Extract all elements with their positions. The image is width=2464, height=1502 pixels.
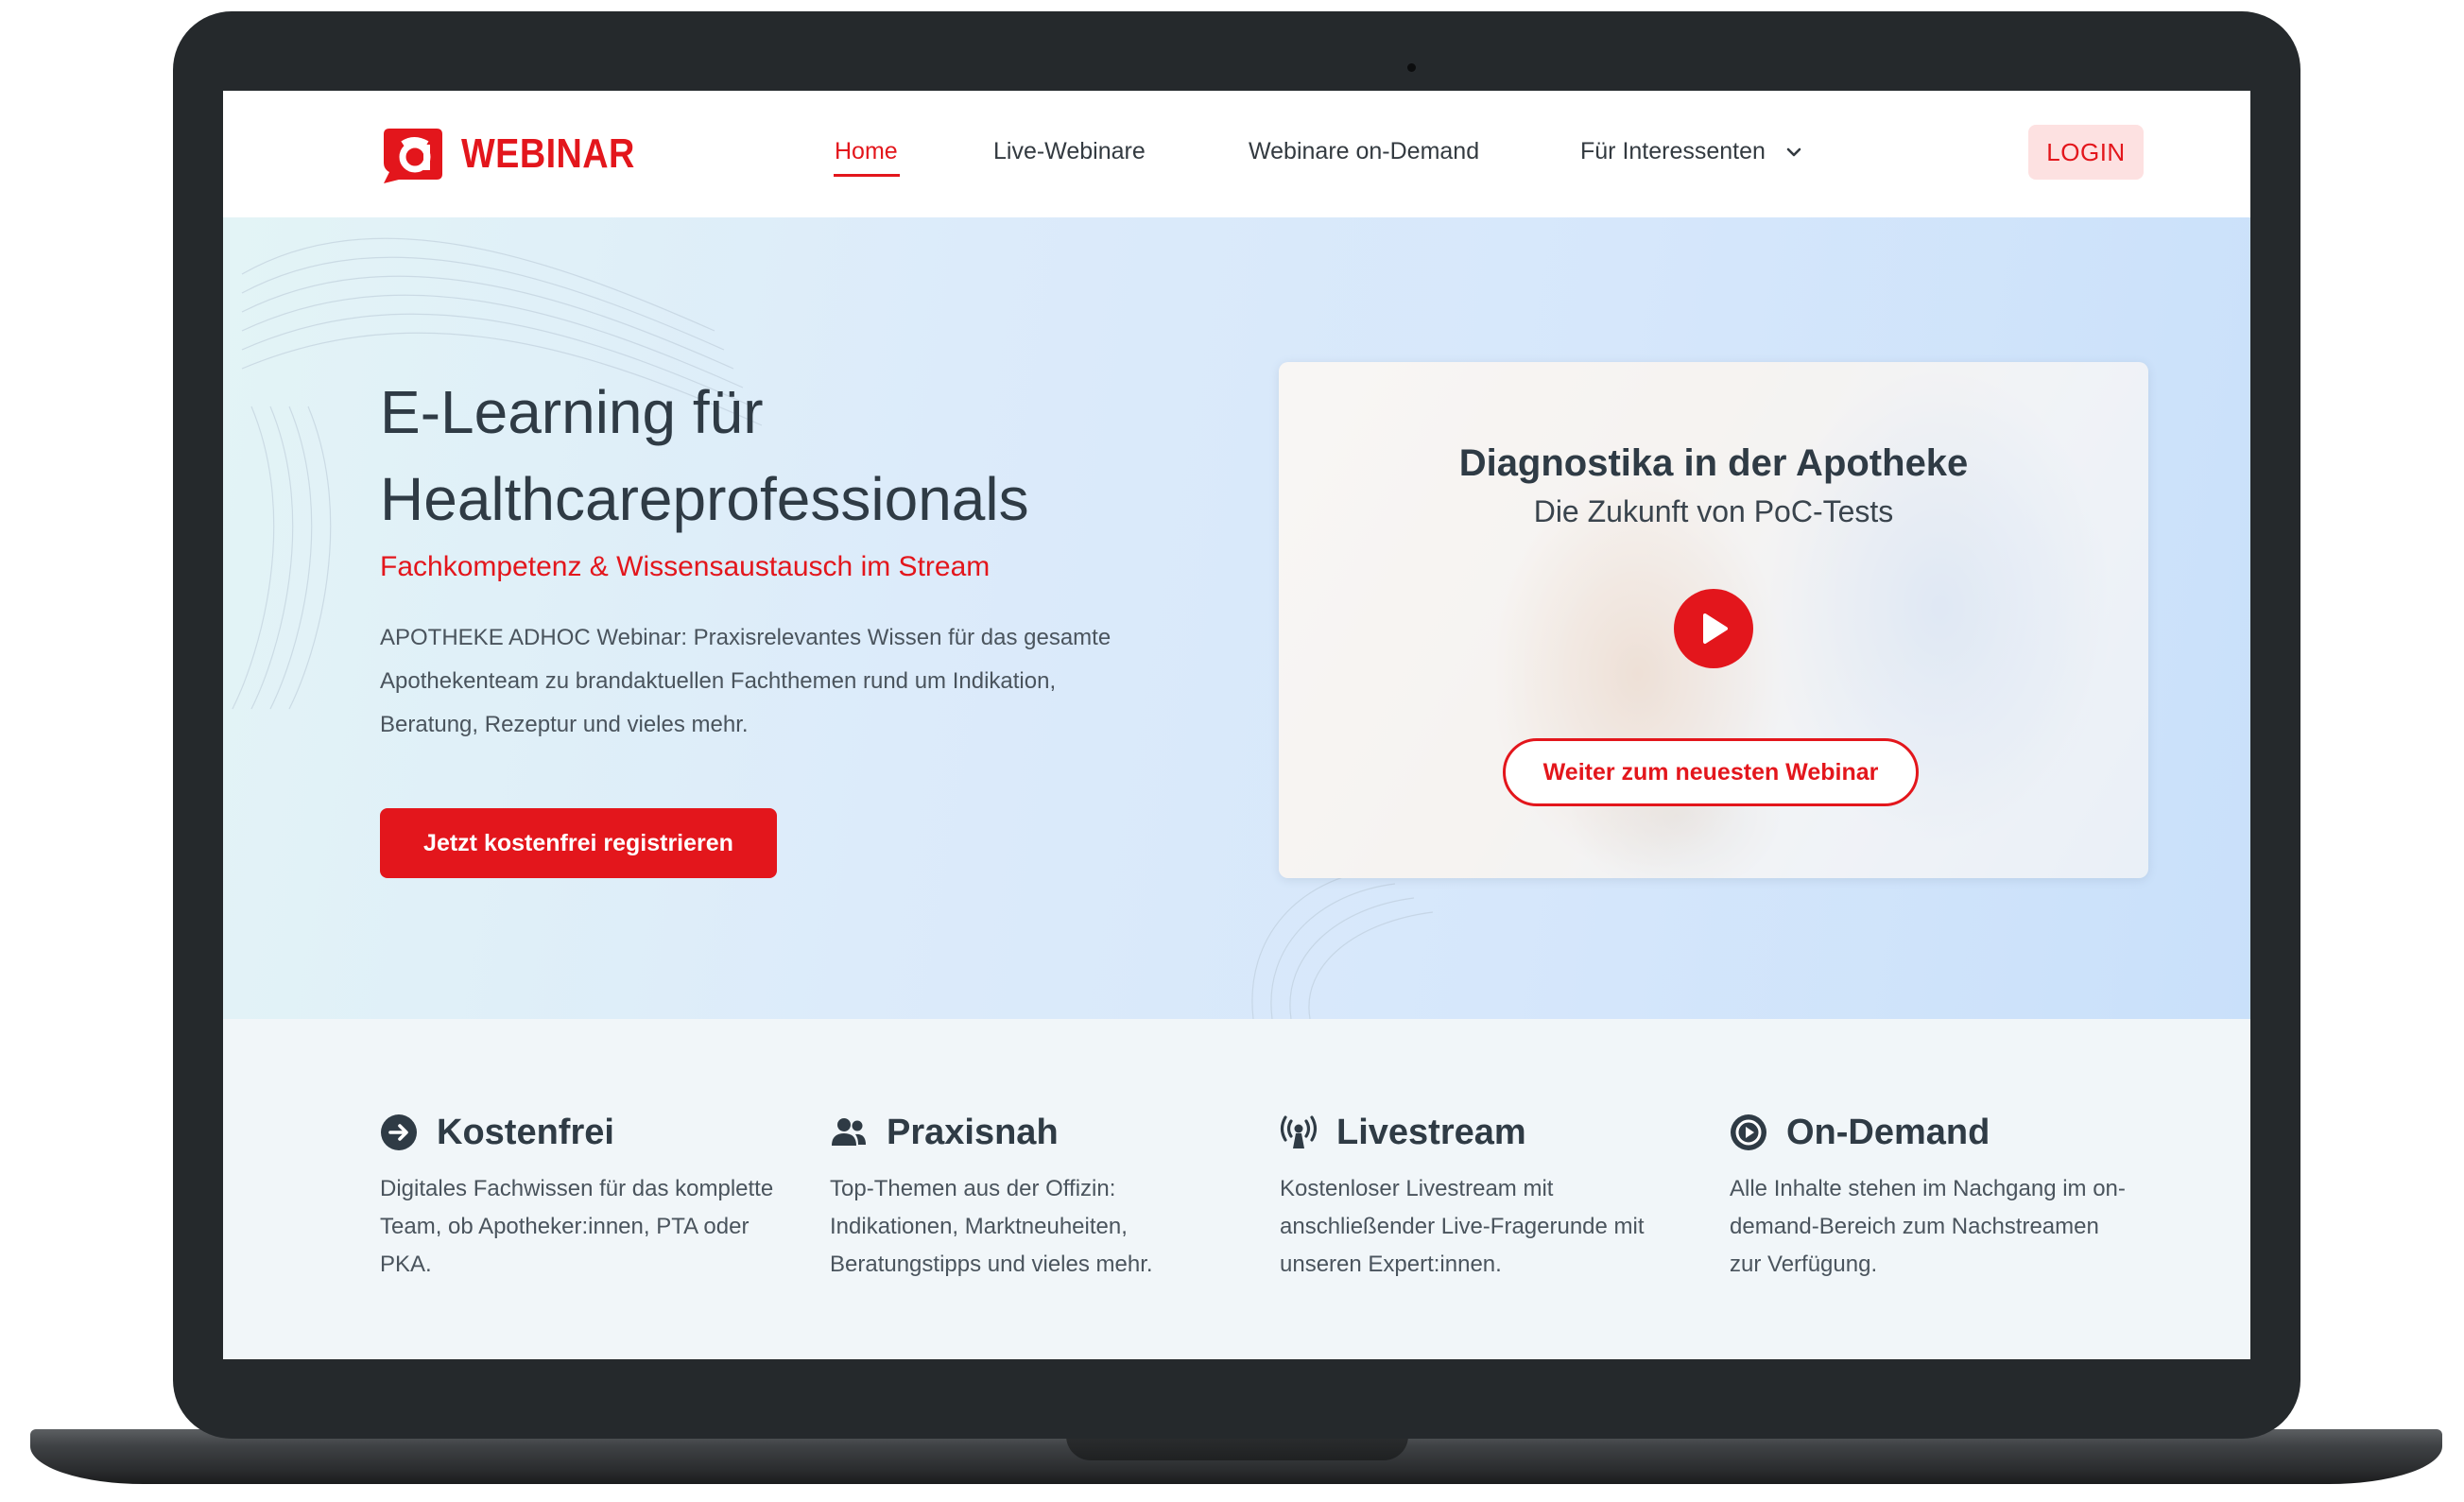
hero-title-line1: E-Learning für [380, 378, 764, 446]
feature-text: Top-Themen aus der Offizin: Indikationen… [830, 1176, 1153, 1277]
feature-title: Kostenfrei [437, 1112, 614, 1152]
nav-fuer-interessenten[interactable]: Für Interessenten [1580, 138, 1802, 165]
site-header: WEBINAR Home Live-Webinare Webinare on-D… [223, 91, 2250, 218]
video-card[interactable]: Diagnostika in der Apotheke Die Zukunft … [1279, 362, 2148, 878]
video-title: Diagnostika in der Apotheke [1458, 442, 1969, 484]
nav-live-webinare[interactable]: Live-Webinare [993, 138, 1146, 165]
nav-fuer-interessenten-label: Für Interessenten [1580, 138, 1766, 164]
play-button[interactable] [1674, 589, 1753, 668]
register-button[interactable]: Jetzt kostenfrei registrieren [380, 808, 777, 878]
hero-description: APOTHEKE ADHOC Webinar: Praxisrelevantes… [380, 625, 1111, 737]
hero-section: E-Learning für Healthcareprofessionals F… [223, 217, 2250, 1019]
chevron-down-icon [1786, 148, 1801, 157]
feature-title: Livestream [1336, 1112, 1526, 1152]
hero-subtitle: Fachkompetenz & Wissensaustausch im Stre… [380, 551, 991, 582]
site-logo[interactable]: WEBINAR [380, 125, 663, 183]
nav-active-underline [834, 174, 900, 177]
feature-on-demand: On-Demand Alle Inhalte stehen im Nachgan… [1730, 1108, 2136, 1284]
logo-text: WEBINAR [461, 130, 635, 177]
hero-title-line2: Healthcareprofessionals [380, 465, 1029, 533]
browser-screen: WEBINAR Home Live-Webinare Webinare on-D… [223, 91, 2250, 1359]
feature-kostenfrei: Kostenfrei Digitales Fachwissen für das … [380, 1108, 786, 1284]
a-logo-icon [384, 129, 442, 183]
arrow-right-circle-icon [381, 1114, 417, 1150]
hero-title: E-Learning für Healthcareprofessionals [380, 369, 1212, 543]
feature-livestream: Livestream Kostenloser Livestream mit an… [1280, 1108, 1686, 1284]
video-subtitle: Die Zukunft von PoC-Tests [1533, 494, 1894, 528]
nav-webinare-on-demand[interactable]: Webinare on-Demand [1249, 138, 1479, 165]
users-icon [832, 1118, 866, 1146]
nav-home[interactable]: Home [835, 138, 898, 165]
feature-title: Praxisnah [887, 1112, 1059, 1152]
broadcast-icon [1280, 1115, 1318, 1148]
latest-webinar-button[interactable]: Weiter zum neuesten Webinar [1503, 738, 1919, 806]
feature-praxisnah: Praxisnah Top-Themen aus der Offizin: In… [830, 1108, 1236, 1284]
play-icon [1703, 613, 1728, 644]
feature-text: Alle Inhalte stehen im Nachgang im on-de… [1730, 1176, 2126, 1277]
feature-text: Digitales Fachwissen für das komplette T… [380, 1176, 774, 1277]
play-circle-icon [1731, 1114, 1766, 1150]
feature-text: Kostenloser Livestream mit anschließende… [1280, 1176, 1645, 1277]
camera-dot [1407, 63, 1416, 72]
login-button[interactable]: LOGIN [2028, 125, 2144, 180]
feature-title: On-Demand [1786, 1112, 1990, 1152]
